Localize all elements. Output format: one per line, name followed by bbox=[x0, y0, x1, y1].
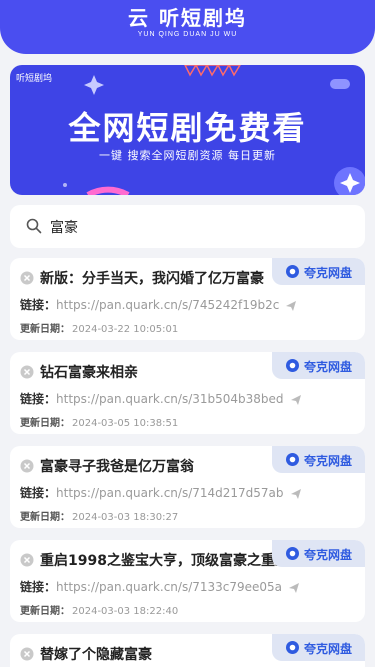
close-circle-icon bbox=[20, 365, 34, 379]
link-label: 链接： bbox=[20, 298, 57, 312]
search-query-text: 富豪 bbox=[50, 220, 78, 236]
result-card[interactable]: 重启1998之鉴宝大亨，顶级富豪之重生 夸克网盘 链接：https://pan.… bbox=[10, 540, 365, 622]
banner-corner-mark: 听短剧坞 bbox=[16, 74, 53, 84]
quark-logo-icon bbox=[286, 359, 299, 372]
app-logo[interactable]: 云 听短剧坞 YUN QING DUAN JU WU bbox=[0, 6, 375, 40]
result-date-row: 更新日期： 2024-03-22 10:05:01 bbox=[20, 320, 178, 335]
result-url[interactable]: https://pan.quark.cn/s/745242f19b2c bbox=[56, 298, 279, 312]
result-url[interactable]: https://pan.quark.cn/s/7133c79ee05a bbox=[56, 580, 282, 594]
result-title-row: 重启1998之鉴宝大亨，顶级富豪之重生 bbox=[20, 550, 310, 570]
quark-logo-icon bbox=[286, 453, 299, 466]
date-label: 更新日期： bbox=[20, 324, 70, 335]
result-link-row: 链接：https://pan.quark.cn/s/31b504b38bed bbox=[20, 390, 302, 407]
result-title: 新版：分手当天，我闪婚了亿万富豪 bbox=[40, 271, 264, 287]
banner-title: 全网短剧免费看 bbox=[68, 109, 307, 147]
result-title: 替嫁了个隐藏富豪 bbox=[40, 647, 152, 663]
result-card[interactable]: 新版：分手当天，我闪婚了亿万富豪 夸克网盘 链接：https://pan.qua… bbox=[10, 258, 365, 340]
date-label: 更新日期： bbox=[20, 418, 70, 429]
result-title-row: 替嫁了个隐藏富豪 bbox=[20, 644, 310, 664]
link-label: 链接： bbox=[20, 486, 57, 500]
date-label: 更新日期： bbox=[20, 512, 70, 523]
result-link-row: 链接：https://pan.quark.cn/s/714d217d57ab bbox=[20, 484, 302, 501]
send-icon[interactable] bbox=[285, 300, 297, 312]
close-circle-icon bbox=[20, 647, 34, 661]
quark-drive-tag: 夸克网盘 bbox=[272, 540, 365, 567]
result-title-row: 富豪寻子我爸是亿万富翁 bbox=[20, 456, 310, 476]
result-title: 钻石富豪来相亲 bbox=[40, 365, 138, 381]
result-card[interactable]: 钻石富豪来相亲 夸克网盘 链接：https://pan.quark.cn/s/3… bbox=[10, 352, 365, 434]
result-url[interactable]: https://pan.quark.cn/s/714d217d57ab bbox=[56, 486, 284, 500]
result-title: 富豪寻子我爸是亿万富翁 bbox=[40, 459, 194, 475]
quark-logo-icon bbox=[286, 641, 299, 654]
quark-drive-tag: 夸克网盘 bbox=[272, 352, 365, 379]
tag-label: 夸克网盘 bbox=[304, 266, 353, 280]
tag-label: 夸克网盘 bbox=[304, 642, 353, 656]
result-card[interactable]: 富豪寻子我爸是亿万富翁 夸克网盘 链接：https://pan.quark.cn… bbox=[10, 446, 365, 528]
result-date-row: 更新日期： 2024-03-03 18:30:27 bbox=[20, 508, 178, 523]
search-icon bbox=[26, 218, 42, 234]
close-circle-icon bbox=[20, 459, 34, 473]
app-header: 云 听短剧坞 YUN QING DUAN JU WU bbox=[0, 0, 375, 54]
tag-label: 夸克网盘 bbox=[304, 548, 353, 562]
logo-main-text: 云 听短剧坞 bbox=[128, 6, 247, 30]
result-link-row: 链接：https://pan.quark.cn/s/7133c79ee05a bbox=[20, 578, 300, 595]
result-date: 2024-03-05 10:38:51 bbox=[72, 418, 179, 429]
result-date: 2024-03-03 18:22:40 bbox=[72, 606, 179, 617]
result-title-row: 钻石富豪来相亲 bbox=[20, 362, 310, 382]
promo-banner[interactable]: 听短剧坞 全网短剧免费看 一键 搜索全网短剧资源 每日更新 bbox=[10, 65, 365, 195]
send-icon[interactable] bbox=[290, 488, 302, 500]
result-date: 2024-03-03 18:30:27 bbox=[72, 512, 179, 523]
send-icon[interactable] bbox=[288, 582, 300, 594]
result-title-row: 新版：分手当天，我闪婚了亿万富豪 bbox=[20, 268, 310, 288]
banner-subtitle: 一键 搜索全网短剧资源 每日更新 bbox=[99, 149, 276, 162]
result-link-row: 链接：https://pan.quark.cn/s/745242f19b2c bbox=[20, 296, 297, 313]
search-input[interactable]: 富豪 bbox=[10, 205, 365, 248]
quark-logo-icon bbox=[286, 547, 299, 560]
date-label: 更新日期： bbox=[20, 606, 70, 617]
send-icon[interactable] bbox=[290, 394, 302, 406]
logo-sub-text: YUN QING DUAN JU WU bbox=[137, 31, 238, 38]
close-circle-icon bbox=[20, 553, 34, 567]
tag-label: 夸克网盘 bbox=[304, 360, 353, 374]
link-label: 链接： bbox=[20, 580, 57, 594]
tag-label: 夸克网盘 bbox=[304, 454, 353, 468]
result-url[interactable]: https://pan.quark.cn/s/31b504b38bed bbox=[56, 392, 284, 406]
result-date: 2024-03-22 10:05:01 bbox=[72, 324, 179, 335]
quark-drive-tag: 夸克网盘 bbox=[272, 634, 365, 661]
close-circle-icon bbox=[20, 271, 34, 285]
result-card[interactable]: 替嫁了个隐藏富豪 夸克网盘 bbox=[10, 634, 365, 667]
result-date-row: 更新日期： 2024-03-03 18:22:40 bbox=[20, 602, 178, 617]
result-title: 重启1998之鉴宝大亨，顶级富豪之重生 bbox=[40, 553, 289, 569]
result-date-row: 更新日期： 2024-03-05 10:38:51 bbox=[20, 414, 178, 429]
link-label: 链接： bbox=[20, 392, 57, 406]
quark-logo-icon bbox=[286, 265, 299, 278]
quark-drive-tag: 夸克网盘 bbox=[272, 446, 365, 473]
quark-drive-tag: 夸克网盘 bbox=[272, 258, 365, 285]
